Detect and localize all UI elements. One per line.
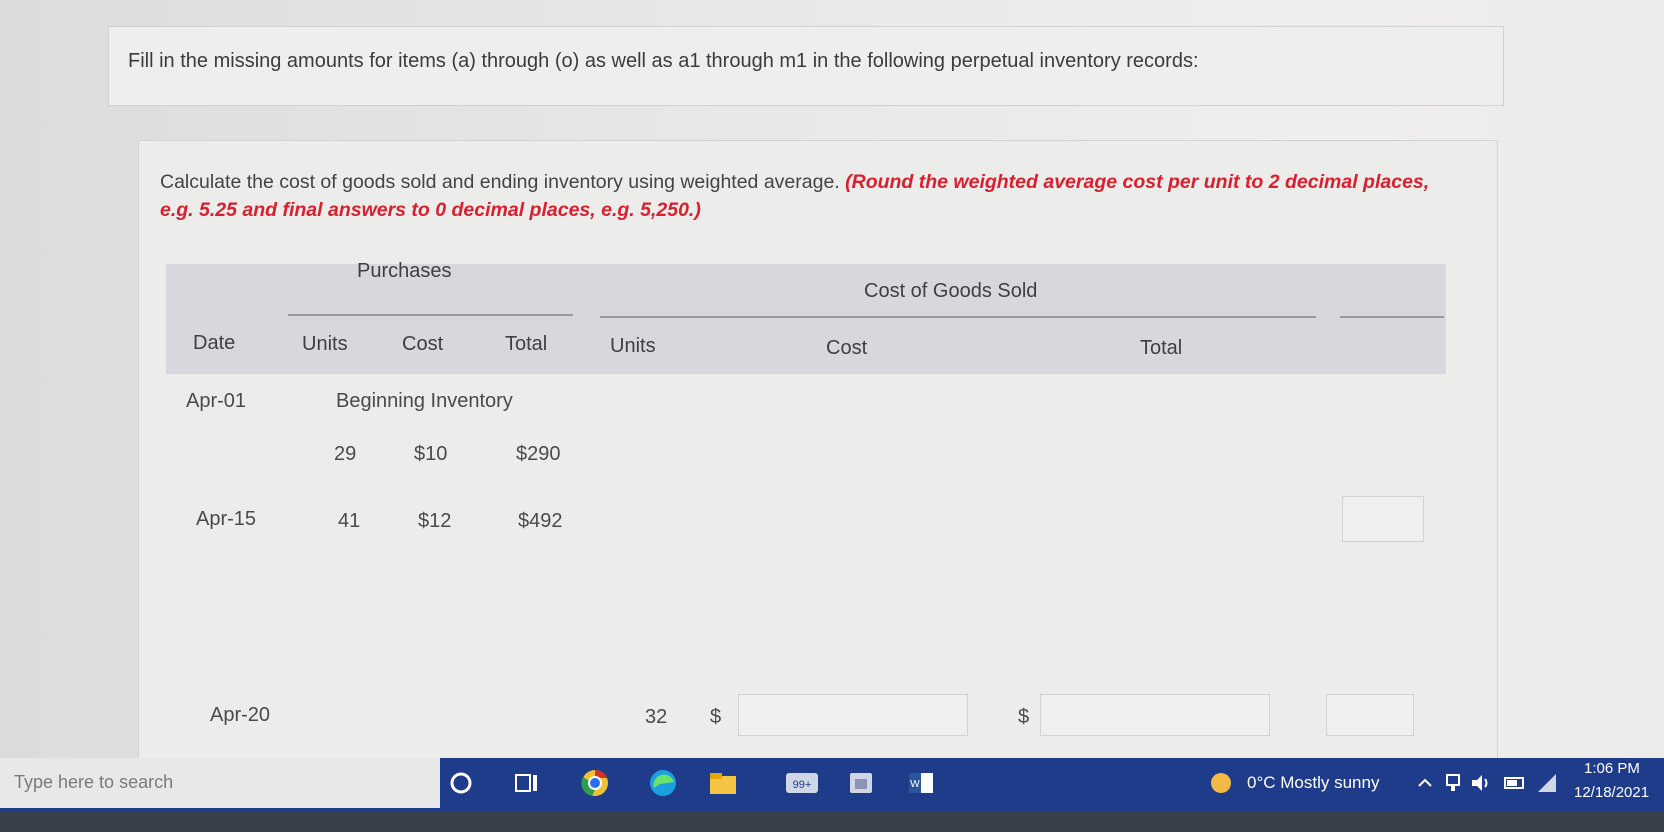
col-cogs-cost-header: Cost	[826, 337, 868, 359]
task-view-icon[interactable]	[512, 768, 542, 798]
clock-time[interactable]: 1:06 PM	[1584, 760, 1640, 777]
file-explorer-icon[interactable]	[708, 768, 738, 798]
instruction-text: Fill in the missing amounts for items (a…	[128, 50, 1199, 72]
row-apr01-date: Apr-01	[186, 390, 247, 412]
search-placeholder: Type here to search	[14, 772, 174, 792]
cortana-icon[interactable]	[446, 768, 476, 798]
row-apr01-label: Beginning Inventory	[336, 390, 513, 412]
calc-text: Calculate the cost of goods sold and end…	[160, 171, 840, 193]
row-apr15-units: 41	[338, 510, 361, 532]
purchases-group-header: Purchases	[357, 260, 452, 282]
col-purchase-cost-header: Cost	[402, 333, 444, 355]
chevron-up-icon[interactable]	[1410, 768, 1440, 798]
svg-text:W: W	[910, 779, 920, 790]
word-icon[interactable]: W	[906, 768, 936, 798]
row-apr01-total: $290	[516, 443, 561, 465]
row-apr15-total: $492	[518, 510, 563, 532]
row-apr20-units: 32	[645, 706, 668, 728]
clock-date[interactable]: 12/18/2021	[1574, 784, 1649, 801]
network-icon[interactable]	[1438, 768, 1468, 798]
row-apr15-date: Apr-15	[196, 508, 257, 530]
monitor-bezel	[0, 812, 1664, 832]
purchases-rule	[288, 314, 573, 316]
weather-sun-icon[interactable]	[1206, 768, 1236, 798]
calc-instructions: Calculate the cost of goods sold and end…	[160, 168, 1460, 224]
cogs-rule	[600, 316, 1316, 318]
ending-inventory-input[interactable]	[1342, 496, 1424, 542]
ending-rule	[1340, 316, 1444, 318]
col-cogs-total-header: Total	[1140, 337, 1183, 359]
row-apr15-cost: $12	[418, 510, 452, 532]
row-apr01-cost: $10	[414, 443, 448, 465]
row-apr01-units: 29	[334, 443, 357, 465]
taskbar-search-input[interactable]: Type here to search	[0, 758, 440, 808]
wifi-icon[interactable]	[1532, 768, 1562, 798]
cogs-group-header: Cost of Goods Sold	[864, 280, 1038, 302]
chrome-icon[interactable]	[580, 768, 610, 798]
col-cogs-units-header: Units	[610, 335, 656, 357]
ending-units-input[interactable]	[1326, 694, 1414, 736]
edge-icon[interactable]	[648, 768, 678, 798]
cogs-total-input[interactable]	[1040, 694, 1270, 736]
col-purchase-units-header: Units	[302, 333, 348, 355]
cogs-cost-input[interactable]	[738, 694, 968, 736]
cogs-total-dollar-sign: $	[1018, 706, 1030, 728]
col-date-header: Date	[193, 332, 236, 354]
volume-icon[interactable]	[1466, 768, 1496, 798]
cogs-cost-dollar-sign: $	[710, 706, 722, 728]
mail-icon[interactable]: 99+	[782, 768, 822, 798]
row-apr20-date: Apr-20	[210, 704, 271, 726]
mail-badge: 99+	[793, 779, 812, 791]
battery-icon[interactable]	[1500, 768, 1530, 798]
weather-text[interactable]: 0°C Mostly sunny	[1247, 773, 1379, 793]
calendar-icon[interactable]	[846, 768, 876, 798]
col-purchase-total-header: Total	[505, 333, 548, 355]
